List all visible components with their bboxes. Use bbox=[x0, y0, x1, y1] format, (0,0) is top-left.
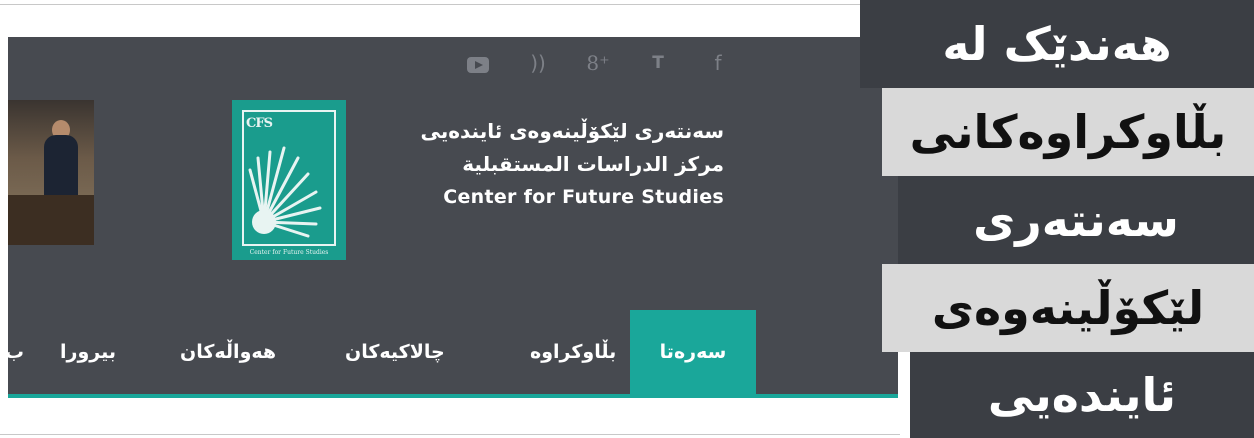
title-kurdish: سەنتەری لێکۆڵینەوەی ئایندەیی bbox=[420, 119, 724, 143]
photo-table bbox=[8, 195, 94, 245]
twitter-icon[interactable]: 𝗧 bbox=[628, 52, 688, 74]
google-plus-icon[interactable]: 8⁺ bbox=[568, 52, 628, 74]
banner-line-5: ئایندەیی bbox=[910, 352, 1254, 438]
logo-caption: Center for Future Studies bbox=[249, 249, 329, 256]
top-divider bbox=[0, 4, 860, 5]
nav-item-publications[interactable]: بڵاوکراوە bbox=[530, 310, 616, 394]
banner-line-4: لێکۆڵینەوەی bbox=[882, 264, 1254, 352]
event-photo[interactable] bbox=[8, 100, 94, 245]
title-arabic: مركز الدراسات المستقبلية bbox=[462, 152, 724, 176]
cfs-logo[interactable]: CFS Center for Future Studies bbox=[232, 100, 346, 260]
nav-item-truncated[interactable]: ب bbox=[8, 310, 24, 394]
nav-item-news[interactable]: هەواڵەکان bbox=[180, 310, 276, 394]
youtube-icon[interactable] bbox=[448, 52, 508, 74]
logo-abbr: CFS bbox=[246, 116, 273, 131]
side-banner: هەندێک لە بڵاوکراوەکانی سەنتەری لێکۆڵینە… bbox=[860, 0, 1254, 438]
banner-line-2: بڵاوکراوەکانی bbox=[882, 88, 1254, 176]
rss-icon[interactable]: )) bbox=[508, 52, 568, 74]
facebook-icon[interactable]: f bbox=[688, 52, 748, 74]
site-titles: سەنتەری لێکۆڵینەوەی ئایندەیی مركز الدراس… bbox=[420, 115, 724, 214]
nav-item-activities[interactable]: چالاکیەکان bbox=[345, 310, 445, 394]
social-links: )) 8⁺ 𝗧 f bbox=[448, 52, 748, 74]
title-english: Center for Future Studies bbox=[443, 186, 724, 208]
banner-line-1: هەندێک لە bbox=[860, 0, 1254, 88]
nav-item-opinions[interactable]: بیرورا bbox=[60, 310, 116, 394]
nav-item-home[interactable]: سەرەتا bbox=[630, 310, 756, 394]
banner-line-3: سەنتەری bbox=[898, 176, 1254, 264]
main-nav bbox=[8, 310, 898, 394]
sunburst-icon bbox=[248, 146, 322, 238]
bottom-divider bbox=[0, 434, 900, 435]
nav-accent-line bbox=[8, 394, 898, 398]
